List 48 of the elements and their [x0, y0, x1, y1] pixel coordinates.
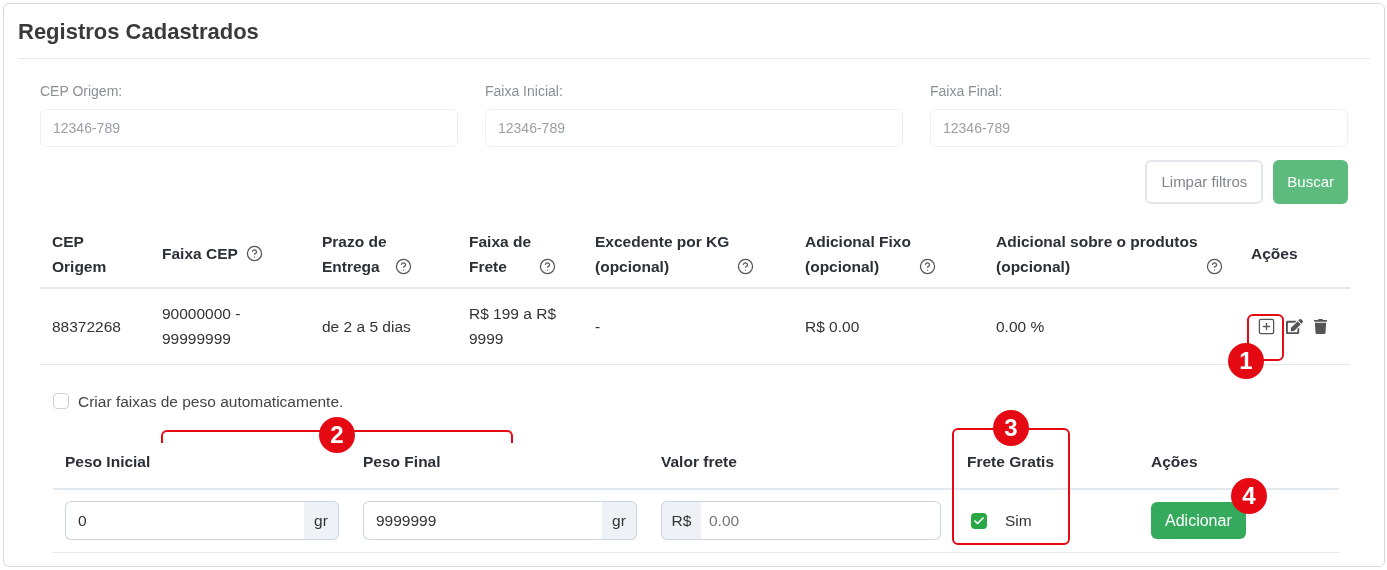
checkbox[interactable] [53, 393, 69, 410]
table-cell: - [595, 317, 601, 335]
help-icon[interactable] [539, 257, 557, 275]
column-header: Ações [1150, 451, 1199, 472]
column-header: Faixa CEP [162, 244, 238, 264]
filter-label: Faixa Final: [930, 82, 1004, 101]
help-icon[interactable] [245, 245, 263, 262]
edit-icon[interactable] [1286, 317, 1303, 335]
checkbox-label: Sim [1005, 511, 1032, 532]
add-icon[interactable] [1257, 316, 1276, 336]
filter-field[interactable]: 12346-789 [40, 109, 458, 147]
column-header: CEP Origem [52, 231, 107, 277]
checkbox[interactable] [971, 512, 987, 529]
search-button[interactable]: Buscar [1273, 160, 1348, 204]
table-cell: 88372268 [52, 317, 121, 335]
column-header: Excedente por KG (opcional) [595, 231, 730, 277]
column-header: Ações [1251, 244, 1298, 264]
table-cell: 90000000 - 99999999 [162, 305, 241, 348]
column-header: Adicional sobre o produtos (opcional) [996, 231, 1198, 277]
help-icon[interactable] [918, 257, 936, 275]
column-header: Faixa de Frete [469, 231, 532, 277]
column-header: Prazo de Entrega [322, 231, 387, 277]
filter-label: CEP Origem: [40, 82, 124, 101]
help-icon[interactable] [1205, 257, 1223, 275]
column-header: Frete Gratis [966, 451, 1055, 472]
column-header: Peso Inicial [64, 451, 152, 472]
help-icon[interactable] [394, 257, 412, 275]
column-header: Peso Final [362, 451, 442, 472]
filter-field[interactable]: 12346-789 [485, 109, 903, 147]
filter-label: Faixa Inicial: [485, 82, 564, 101]
callout-number: 4 [1231, 478, 1267, 514]
column-header: Valor frete [660, 451, 738, 472]
table-cell: de 2 a 5 dias [322, 317, 411, 335]
help-icon[interactable] [737, 257, 755, 275]
delete-icon[interactable] [1313, 318, 1328, 334]
callout-number: 3 [993, 410, 1029, 446]
check-icon [973, 514, 985, 527]
clear-filters-button[interactable]: Limpar filtros [1145, 160, 1264, 204]
callout-number: 2 [319, 417, 355, 453]
table-cell: 0.00 % [996, 317, 1045, 335]
add-button[interactable]: Adicionar [1151, 502, 1246, 540]
section-title: Registros Cadastrados [18, 17, 259, 46]
checkbox-label: Criar faixas de peso automaticamente. [78, 391, 344, 412]
table-cell: R$ 199 a R$ 9999 [469, 305, 557, 348]
filter-field[interactable]: 12346-789 [930, 109, 1348, 147]
callout-number: 1 [1228, 343, 1264, 379]
table-cell: R$ 0.00 [805, 317, 860, 335]
column-header: Adicional Fixo (opcional) [805, 231, 911, 277]
